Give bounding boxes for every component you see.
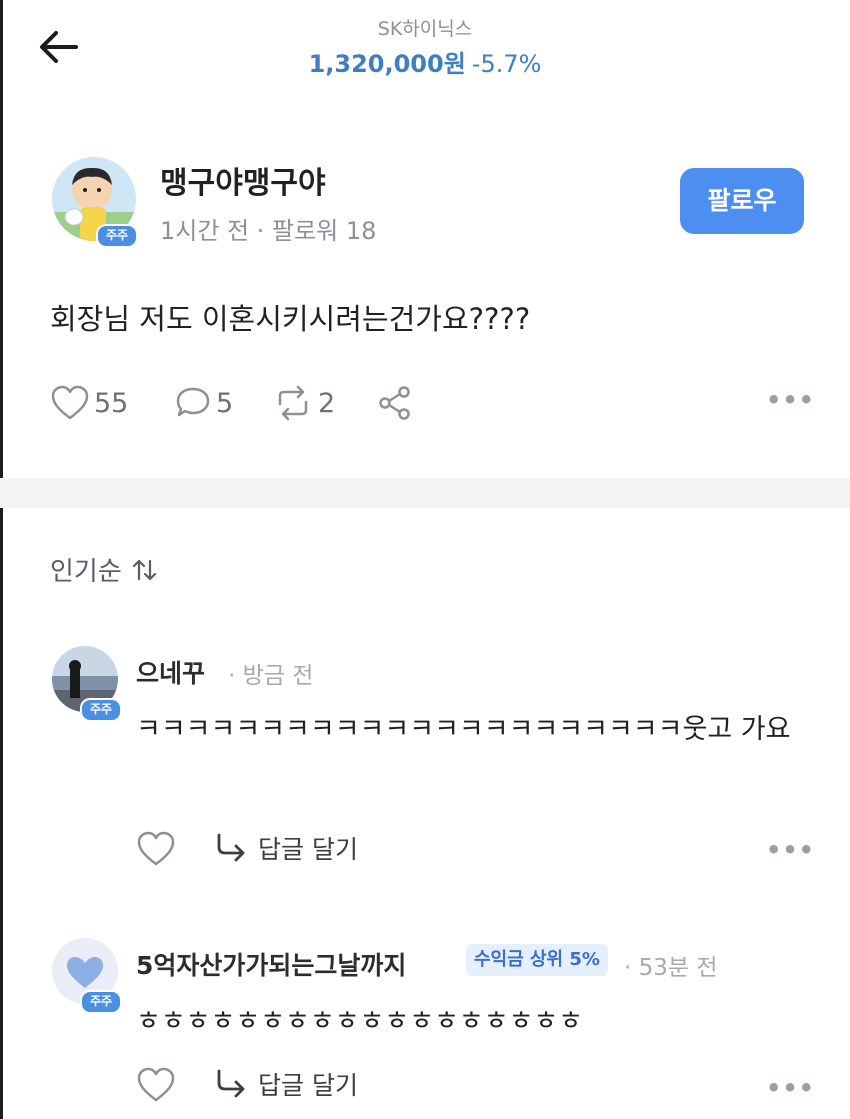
comment-like-button[interactable] <box>136 830 176 872</box>
reply-button[interactable]: 답글 달기 <box>214 830 358 866</box>
sort-arrows-icon <box>132 559 156 580</box>
repost-count: 2 <box>318 387 336 419</box>
post-meta: 1시간 전 · 팔로워 18 <box>160 217 377 245</box>
stock-change: -5.7% <box>471 50 542 78</box>
stock-price-line: 1,320,000원 -5.7% <box>0 44 850 79</box>
section-divider <box>0 478 850 508</box>
reply-button[interactable]: 답글 달기 <box>214 1066 358 1102</box>
sort-toggle[interactable]: 인기순 <box>50 551 158 588</box>
repost-action[interactable]: 2 <box>272 384 335 422</box>
reply-label: 답글 달기 <box>258 835 358 864</box>
comment-like-button[interactable] <box>136 1066 176 1108</box>
holder-badge: 주주 <box>80 698 122 722</box>
comment-more-button[interactable]: ••• <box>766 836 815 864</box>
stock-price: 1,320,000원 <box>308 50 466 78</box>
post-more-button[interactable]: ••• <box>766 386 815 414</box>
like-action[interactable]: 55 <box>50 384 128 422</box>
repost-icon <box>278 385 308 421</box>
commenter-name[interactable]: 5억자산가가되는그날까지 <box>136 946 406 982</box>
holder-badge: 주주 <box>96 224 138 248</box>
reply-arrow-icon <box>217 833 245 862</box>
share-icon <box>379 386 410 420</box>
holder-badge: 주주 <box>80 990 122 1014</box>
heart-icon <box>137 1067 175 1102</box>
like-count: 55 <box>94 387 129 419</box>
stock-name[interactable]: SK하이닉스 <box>0 14 850 41</box>
comment-text: ㅎㅎㅎㅎㅎㅎㅎㅎㅎㅎㅎㅎㅎㅎㅎㅎㅎㅎ <box>136 1006 584 1037</box>
speech-bubble-icon <box>176 387 210 417</box>
post-body: 회장님 저도 이혼시키시려는건가요???? <box>50 302 531 336</box>
heart-icon <box>51 385 89 420</box>
comment-time: · 방금 전 <box>228 663 314 689</box>
follow-button[interactable]: 팔로우 <box>680 168 804 234</box>
commenter-name[interactable]: 으네꾸 <box>136 654 205 690</box>
comment-count: 5 <box>216 387 234 419</box>
reply-arrow-icon <box>217 1069 245 1098</box>
sort-label: 인기순 <box>50 557 122 587</box>
rank-badge: 수익금 상위 5% <box>466 944 608 976</box>
reply-label: 답글 달기 <box>258 1071 358 1100</box>
comment-time: · 53분 전 <box>624 955 718 981</box>
comment-action[interactable]: 5 <box>174 384 233 422</box>
window-edge <box>0 0 3 1119</box>
heart-icon <box>137 831 175 866</box>
author-name[interactable]: 맹구야맹구야 <box>160 158 326 202</box>
comment-more-button[interactable]: ••• <box>766 1074 815 1102</box>
stock-header: SK하이닉스 1,320,000원 -5.7% <box>0 0 850 100</box>
comment-text: ㅋㅋㅋㅋㅋㅋㅋㅋㅋㅋㅋㅋㅋㅋㅋㅋㅋㅋㅋㅋㅋㅋ웃고 가요 <box>136 714 791 745</box>
share-action[interactable] <box>376 384 414 422</box>
